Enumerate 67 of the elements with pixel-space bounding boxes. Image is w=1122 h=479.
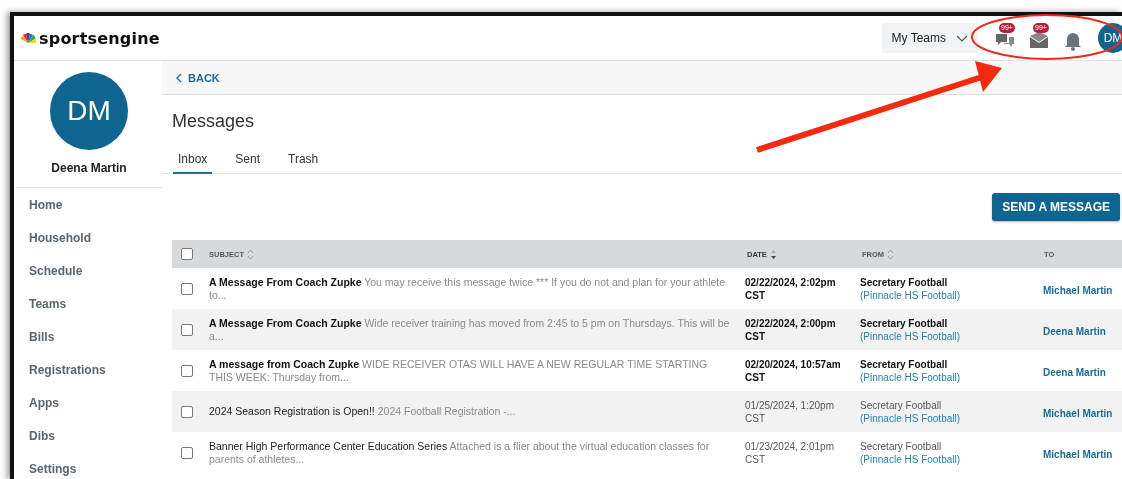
- message-date: 02/20/2024, 10:57am: [745, 357, 842, 371]
- sidebar-item[interactable]: Schedule: [16, 254, 162, 287]
- message-summary: 2024 Season Registration is Open!! 2024 Football Registration -...: [208, 405, 517, 418]
- bell-icon: [1063, 31, 1083, 51]
- checkbox[interactable]: [181, 405, 193, 418]
- timezone: CST: [745, 411, 766, 425]
- sort-descending-icon: [769, 248, 777, 260]
- team-link[interactable]: (Pinnacle HS Football): [860, 411, 1037, 425]
- envelope-icon: [1029, 31, 1049, 51]
- chevron-down-icon: [956, 34, 968, 42]
- message-date: 01/25/2024, 1:20pm: [745, 398, 835, 412]
- sender-name: Secretary Football: [860, 439, 943, 453]
- timezone: CST: [745, 288, 766, 302]
- sender-name: Secretary Football: [860, 357, 949, 371]
- message-row[interactable]: A message from Coach Zupke WIDE RECEIVER OTAS WILL HAVE A NEW REGULAR TIME STARTING THIS WEEK: Thursday from... 02/20/2024, 10:57am CST Secretary Football (Pinnacle HS Football) Deena Martin: [172, 350, 1122, 391]
- sender-name: Secretary Football: [860, 316, 949, 330]
- page-title: Messages: [172, 111, 256, 133]
- sidebar-item[interactable]: Registrations: [16, 353, 162, 386]
- message-summary: Banner High Performance Center Education Series Attached is a flier about the virtual education classes for parents of athletes...: [208, 439, 711, 466]
- message-row[interactable]: A Message From Coach Zupke You may receive this message twice *** If you do not and plan for your athlete to... 02/22/2024, 2:02pm CST Secretary Football (Pinnacle HS Football) Michael Martin: [172, 268, 1122, 309]
- peacock-logo-icon: [20, 32, 36, 44]
- recipient-link[interactable]: Michael Martin: [1037, 284, 1113, 296]
- checkbox[interactable]: [181, 282, 193, 295]
- sidebar-item[interactable]: Household: [16, 221, 162, 254]
- message-date: 02/22/2024, 2:02pm: [745, 275, 837, 289]
- profile-name: Deena Martin: [51, 161, 127, 175]
- team-link[interactable]: (Pinnacle HS Football): [860, 329, 1037, 343]
- checkbox[interactable]: [181, 248, 193, 260]
- sort-icon: [887, 248, 895, 260]
- message-row[interactable]: A Message From Coach Zupke Wide receiver training has moved from 2:45 to 5 pm on Thursdays. This will be a... 02/22/2024, 2:00pm CST Secretary Football (Pinnacle HS Football) Deena Martin: [172, 309, 1122, 350]
- message-summary: A message from Coach Zupke WIDE RECEIVER OTAS WILL HAVE A NEW REGULAR TIME STARTING THIS WEEK: Thursday from...: [208, 357, 709, 384]
- back-link[interactable]: BACK: [176, 71, 220, 84]
- sidebar-item[interactable]: Home: [16, 188, 162, 221]
- chevron-left-icon: [176, 72, 182, 83]
- timezone: CST: [745, 370, 766, 384]
- tab[interactable]: Inbox: [173, 148, 213, 174]
- message-summary: A Message From Coach Zupke You may receive this message twice *** If you do not and plan for your athlete to...: [208, 275, 727, 302]
- team-link[interactable]: (Pinnacle HS Football): [860, 452, 1037, 466]
- recipient-link[interactable]: Michael Martin: [1037, 448, 1113, 460]
- recipient-link[interactable]: Deena Martin: [1037, 325, 1106, 337]
- checkbox[interactable]: [181, 364, 193, 377]
- sidebar-item[interactable]: Settings: [16, 452, 162, 479]
- sidebar-item[interactable]: Apps: [16, 386, 162, 419]
- sort-icon: [247, 248, 254, 260]
- message-date: 01/23/2024, 2:01pm: [745, 439, 835, 453]
- sidebar-item[interactable]: Teams: [16, 287, 162, 320]
- sender-name: Secretary Football: [860, 398, 943, 412]
- sidebar-item[interactable]: Dibs: [16, 419, 162, 452]
- message-date: 02/22/2024, 2:00pm: [745, 316, 837, 330]
- message-row[interactable]: 2024 Season Registration is Open!! 2024 Football Registration -... 01/25/2024, 1:20pm CST Secretary Football (Pinnacle HS Football) Michael Martin: [172, 391, 1122, 432]
- checkbox[interactable]: [181, 323, 193, 336]
- timezone: CST: [745, 329, 766, 343]
- timezone: CST: [745, 452, 766, 466]
- recipient-link[interactable]: Deena Martin: [1037, 366, 1106, 378]
- message-summary: A Message From Coach Zupke Wide receiver training has moved from 2:45 to 5 pm on Thursdays. This will be a...: [208, 316, 731, 343]
- logo-wordmark: sportsengine: [39, 28, 160, 48]
- send-message-button[interactable]: SEND A MESSAGE: [992, 193, 1120, 221]
- team-link[interactable]: (Pinnacle HS Football): [860, 370, 1037, 384]
- team-dropdown[interactable]: My Teams: [881, 23, 978, 53]
- tab[interactable]: Sent: [230, 148, 266, 174]
- recipient-link[interactable]: Michael Martin: [1037, 407, 1113, 419]
- sidebar-item[interactable]: Bills: [16, 320, 162, 353]
- checkbox[interactable]: [181, 446, 193, 459]
- sender-name: Secretary Football: [860, 275, 949, 289]
- tab[interactable]: Trash: [283, 148, 324, 174]
- team-link[interactable]: (Pinnacle HS Football): [860, 288, 1037, 302]
- profile-avatar: DM: [50, 72, 128, 150]
